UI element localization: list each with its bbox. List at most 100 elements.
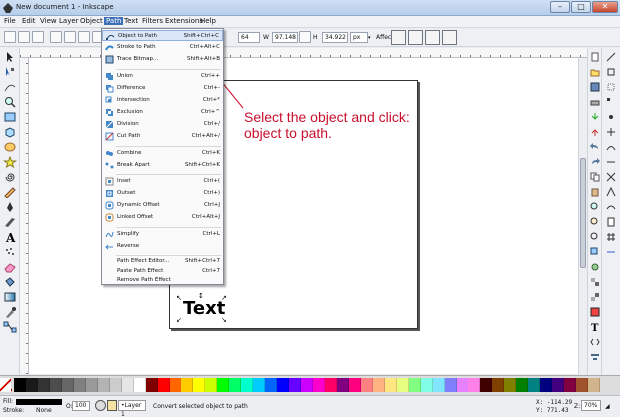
color-swatch[interactable]: [516, 378, 529, 392]
color-swatch[interactable]: [468, 378, 481, 392]
snap-corners-icon[interactable]: [606, 97, 616, 107]
color-swatch[interactable]: [576, 378, 589, 392]
affect-corners-button[interactable]: [408, 30, 423, 45]
snap-smooth-icon[interactable]: [606, 202, 616, 212]
color-swatch[interactable]: [324, 378, 337, 392]
color-swatch[interactable]: [241, 378, 254, 392]
ellipse-tool-icon[interactable]: [3, 141, 17, 153]
menu-item-object-to-path[interactable]: Object to Path Shift+Ctrl+C: [102, 30, 223, 41]
color-swatch[interactable]: [432, 378, 445, 392]
color-swatch[interactable]: [109, 378, 122, 392]
no-paint-swatch[interactable]: [0, 378, 12, 392]
flip-horizontal-button[interactable]: [78, 31, 90, 43]
color-swatch[interactable]: [360, 378, 373, 392]
color-swatch[interactable]: [157, 378, 170, 392]
group-icon[interactable]: [590, 277, 600, 287]
snap-bbox-icon[interactable]: [606, 67, 616, 77]
color-swatch[interactable]: [301, 378, 313, 392]
clone-icon[interactable]: [590, 262, 600, 272]
snap-page-icon[interactable]: [606, 217, 616, 227]
menu-item-exclusion[interactable]: Exclusion Ctrl+^: [102, 107, 223, 118]
menu-item-combine[interactable]: Combine Ctrl+K: [102, 148, 223, 159]
color-swatch[interactable]: [181, 378, 194, 392]
undo-icon[interactable]: [590, 142, 600, 152]
snap-midpoints-icon[interactable]: [606, 112, 616, 122]
lock-icon[interactable]: [107, 400, 117, 411]
star-tool-icon[interactable]: [3, 156, 17, 168]
affect-patterns-button[interactable]: [442, 30, 457, 45]
color-swatch[interactable]: [193, 378, 206, 392]
align-icon[interactable]: [590, 352, 600, 362]
snap-nodes-icon[interactable]: [606, 142, 616, 152]
menu-item-union[interactable]: Union Ctrl++: [102, 71, 223, 82]
menu-help[interactable]: Help: [200, 17, 216, 25]
color-swatch[interactable]: [121, 378, 134, 392]
snap-cusp-icon[interactable]: [606, 187, 616, 197]
export-icon[interactable]: [590, 127, 600, 137]
color-swatch[interactable]: [348, 378, 361, 392]
node-tool-icon[interactable]: [3, 66, 17, 78]
affect-gradients-button[interactable]: [425, 30, 440, 45]
color-swatch[interactable]: [564, 378, 577, 392]
bucket-tool-icon[interactable]: [3, 276, 17, 288]
pen-tool-icon[interactable]: [3, 201, 17, 213]
menu-item-division[interactable]: Division Ctrl+/: [102, 119, 223, 130]
color-swatch[interactable]: [49, 378, 62, 392]
zoom-drawing-icon[interactable]: [590, 217, 600, 227]
spiral-tool-icon[interactable]: [3, 171, 17, 183]
menu-object[interactable]: Object: [80, 17, 103, 25]
minimize-button[interactable]: –: [550, 1, 570, 13]
chevron-down-icon[interactable]: ▾: [368, 35, 371, 41]
menu-item-inset[interactable]: Inset Ctrl+(: [102, 176, 223, 187]
calligraphy-tool-icon[interactable]: [3, 216, 17, 228]
dropper-tool-icon[interactable]: [3, 306, 17, 318]
deselect-button[interactable]: [32, 31, 44, 43]
snap-grid-icon[interactable]: [606, 232, 616, 242]
color-swatch[interactable]: [205, 378, 218, 392]
resize-grip-icon[interactable]: ◢: [605, 403, 610, 410]
import-icon[interactable]: [590, 112, 600, 122]
open-icon[interactable]: [590, 67, 600, 77]
menu-item-remove-path-effect[interactable]: Remove Path Effect: [102, 275, 223, 286]
menu-file[interactable]: File: [4, 17, 16, 25]
color-swatch[interactable]: [420, 378, 433, 392]
color-swatch[interactable]: [336, 378, 349, 392]
menu-item-outset[interactable]: Outset Ctrl+): [102, 188, 223, 199]
menu-item-difference[interactable]: Difference Ctrl+-: [102, 83, 223, 94]
xml-editor-icon[interactable]: [590, 337, 600, 347]
redo-icon[interactable]: [590, 157, 600, 167]
color-swatch[interactable]: [217, 378, 230, 392]
maximize-button[interactable]: □: [571, 1, 591, 13]
scroll-thumb[interactable]: [580, 158, 586, 268]
color-swatch[interactable]: [372, 378, 385, 392]
affect-stroke-scale-button[interactable]: [391, 30, 406, 45]
color-swatch[interactable]: [396, 378, 409, 392]
zoom-page-icon[interactable]: [590, 232, 600, 242]
text-font-icon[interactable]: T: [590, 322, 600, 332]
color-swatch[interactable]: [504, 378, 517, 392]
vertical-ruler[interactable]: [20, 58, 29, 374]
gradient-tool-icon[interactable]: [3, 291, 17, 303]
color-swatch[interactable]: [73, 378, 86, 392]
opacity-field[interactable]: 100: [72, 401, 90, 411]
text-tool-icon[interactable]: A: [3, 231, 17, 243]
rectangle-tool-icon[interactable]: [3, 111, 17, 123]
zoom-tool-icon[interactable]: [3, 96, 17, 108]
eye-icon[interactable]: [95, 400, 106, 411]
color-swatch[interactable]: [61, 378, 74, 392]
menu-extensions[interactable]: Extensions: [165, 17, 203, 25]
color-swatch[interactable]: [313, 378, 325, 392]
new-document-icon[interactable]: [590, 52, 600, 62]
color-swatch[interactable]: [480, 378, 493, 392]
color-swatch[interactable]: [169, 378, 182, 392]
height-field[interactable]: 34.922: [322, 32, 348, 43]
menu-item-simplify[interactable]: Simplify Ctrl+L: [102, 229, 223, 240]
color-swatch[interactable]: [384, 378, 397, 392]
eraser-tool-icon[interactable]: [3, 261, 17, 273]
spray-tool-icon[interactable]: [3, 246, 17, 258]
color-swatch[interactable]: [133, 378, 146, 392]
print-icon[interactable]: [590, 97, 600, 107]
stroke-value[interactable]: None: [36, 407, 52, 414]
menu-item-linked-offset[interactable]: Linked Offset Ctrl+Alt+J: [102, 212, 223, 223]
menu-item-trace-bitmap[interactable]: Trace Bitmap... Shift+Alt+B: [102, 54, 223, 65]
